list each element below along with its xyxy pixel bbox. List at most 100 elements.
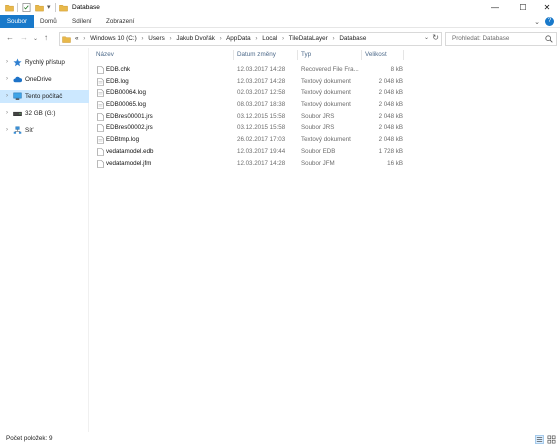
tab-file[interactable]: Soubor bbox=[0, 15, 34, 28]
column-divider[interactable] bbox=[297, 50, 298, 60]
divider bbox=[17, 3, 18, 12]
tab-share[interactable]: Sdílení bbox=[67, 15, 97, 28]
breadcrumb-separator[interactable]: › bbox=[83, 35, 85, 42]
sidebar-item-quick-access[interactable]: › Rychlý přístup bbox=[0, 56, 89, 69]
file-icon bbox=[97, 159, 104, 168]
sidebar-item-label: OneDrive bbox=[25, 76, 52, 83]
chevron-right-icon[interactable]: › bbox=[6, 73, 8, 86]
file-type: Soubor JRS bbox=[301, 124, 335, 132]
breadcrumb-user[interactable]: Jakub Dvořák bbox=[176, 35, 215, 42]
file-row[interactable]: vedatamodel.edb 12.03.2017 19:44 Soubor … bbox=[90, 146, 560, 158]
chevron-right-icon[interactable]: › bbox=[6, 124, 8, 137]
divider bbox=[55, 3, 56, 12]
file-type: Soubor JRS bbox=[301, 112, 335, 120]
window-title: Database bbox=[72, 4, 100, 11]
sidebar-item-usb-drive[interactable]: › 32 GB (G:) bbox=[0, 107, 89, 120]
breadcrumb-drive[interactable]: Windows 10 (C:) bbox=[90, 35, 137, 42]
help-icon[interactable]: ? bbox=[545, 17, 554, 26]
sidebar-item-this-pc[interactable]: › Tento počítač bbox=[0, 90, 89, 103]
file-type: Textový dokument bbox=[301, 101, 351, 109]
file-date: 02.03.2017 12:58 bbox=[237, 89, 286, 97]
breadcrumb-separator[interactable]: › bbox=[141, 35, 143, 42]
file-name: vedatamodel.edb bbox=[106, 147, 154, 155]
column-divider[interactable] bbox=[403, 50, 404, 60]
file-date: 12.03.2017 14:28 bbox=[237, 66, 286, 73]
file-size: 8 kB bbox=[390, 66, 403, 73]
breadcrumb-separator[interactable]: › bbox=[282, 35, 284, 42]
file-row[interactable]: EDB.chk 12.03.2017 14:28 Recovered File … bbox=[90, 64, 560, 76]
file-type: Textový dokument bbox=[301, 136, 351, 144]
expand-ribbon-icon[interactable]: ⌄ bbox=[534, 18, 540, 26]
file-date: 12.03.2017 14:28 bbox=[237, 77, 286, 85]
file-name: vedatamodel.jfm bbox=[106, 159, 152, 167]
new-folder-icon[interactable] bbox=[35, 3, 44, 12]
text-file-icon bbox=[97, 136, 104, 144]
chevron-right-icon[interactable]: › bbox=[6, 107, 8, 120]
breadcrumb-separator[interactable]: › bbox=[220, 35, 222, 42]
breadcrumb-separator[interactable]: › bbox=[333, 35, 335, 42]
text-file-icon bbox=[97, 77, 104, 86]
file-row[interactable]: EDB00065.log 08.03.2017 18:38 Textový do… bbox=[90, 99, 560, 111]
column-header-type[interactable]: Typ bbox=[301, 48, 311, 61]
chevron-right-icon[interactable]: › bbox=[6, 90, 8, 103]
minimize-button[interactable]: — bbox=[482, 0, 508, 15]
close-button[interactable]: ✕ bbox=[534, 0, 560, 15]
file-name: EDBres00001.jrs bbox=[106, 112, 153, 120]
status-bar: Počet položek: 9 bbox=[0, 432, 560, 447]
file-size: 2 048 kB bbox=[378, 124, 403, 132]
file-list: Název Datum změny Typ Velikost EDB.chk 1… bbox=[90, 48, 560, 432]
search-input[interactable]: Prohledat: Database bbox=[445, 32, 557, 46]
up-button[interactable]: ↑ bbox=[44, 33, 48, 42]
recent-locations-button[interactable]: ⌄ bbox=[33, 35, 38, 42]
search-icon bbox=[545, 35, 553, 43]
file-name: EDB.log bbox=[106, 77, 129, 85]
breadcrumb-local[interactable]: Local bbox=[262, 35, 277, 42]
forward-button[interactable]: → bbox=[20, 33, 28, 42]
cloud-icon bbox=[13, 76, 22, 83]
file-size: 2 048 kB bbox=[378, 89, 403, 97]
file-row[interactable]: EDB00064.log 02.03.2017 12:58 Textový do… bbox=[90, 87, 560, 99]
file-row[interactable]: vedatamodel.jfm 12.03.2017 14:28 Soubor … bbox=[90, 158, 560, 170]
computer-icon bbox=[13, 92, 22, 100]
breadcrumb-tiledatalayer[interactable]: TileDataLayer bbox=[289, 35, 328, 42]
breadcrumb-separator[interactable]: › bbox=[169, 35, 171, 42]
address-bar[interactable]: « › Windows 10 (C:) › Users › Jakub Dvoř… bbox=[59, 32, 442, 46]
back-button[interactable]: ← bbox=[6, 33, 14, 42]
file-row[interactable]: EDBres00002.jrs 03.12.2015 15:58 Soubor … bbox=[90, 122, 560, 134]
address-dropdown-icon[interactable]: ⌄ bbox=[424, 34, 429, 41]
file-row[interactable]: EDBres00001.jrs 03.12.2015 15:58 Soubor … bbox=[90, 111, 560, 123]
maximize-button[interactable]: ☐ bbox=[510, 0, 536, 15]
details-view-icon[interactable] bbox=[535, 435, 544, 444]
breadcrumb-appdata[interactable]: AppData bbox=[226, 35, 251, 42]
text-file-icon bbox=[97, 101, 104, 109]
breadcrumb-database[interactable]: Database bbox=[339, 35, 366, 42]
column-header-date[interactable]: Datum změny bbox=[237, 48, 276, 61]
file-row[interactable]: EDBtmp.log 26.02.2017 17:03 Textový doku… bbox=[90, 134, 560, 146]
file-row[interactable]: EDB.log 12.03.2017 14:28 Textový dokumen… bbox=[90, 76, 560, 88]
breadcrumb-users[interactable]: Users bbox=[148, 35, 164, 42]
tab-view[interactable]: Zobrazení bbox=[101, 15, 139, 28]
column-divider[interactable] bbox=[233, 50, 234, 60]
column-header-name[interactable]: Název bbox=[96, 48, 114, 61]
column-divider[interactable] bbox=[361, 50, 362, 60]
folder-icon[interactable] bbox=[5, 3, 14, 12]
search-placeholder: Prohledat: Database bbox=[452, 35, 510, 42]
file-size: 2 048 kB bbox=[378, 112, 403, 120]
large-icons-view-icon[interactable] bbox=[547, 435, 556, 444]
sidebar-item-onedrive[interactable]: › OneDrive bbox=[0, 73, 89, 86]
breadcrumb-overflow[interactable]: « bbox=[75, 35, 79, 42]
properties-icon[interactable] bbox=[22, 3, 31, 12]
sidebar-item-label: Tento počítač bbox=[25, 93, 63, 100]
refresh-icon[interactable]: ↻ bbox=[432, 33, 439, 42]
quick-access-toolbar-dropdown-icon[interactable]: ▾ bbox=[47, 3, 51, 11]
file-icon bbox=[97, 112, 104, 121]
column-header-size[interactable]: Velikost bbox=[365, 48, 387, 61]
breadcrumb-separator[interactable]: › bbox=[255, 35, 257, 42]
file-icon bbox=[97, 148, 104, 156]
sidebar-item-network[interactable]: › Síť bbox=[0, 124, 89, 137]
file-type: Recovered File Fra... bbox=[301, 66, 359, 73]
network-icon bbox=[13, 126, 22, 134]
file-date: 26.02.2017 17:03 bbox=[237, 136, 286, 144]
tab-home[interactable]: Domů bbox=[35, 15, 62, 28]
chevron-right-icon[interactable]: › bbox=[6, 56, 8, 69]
